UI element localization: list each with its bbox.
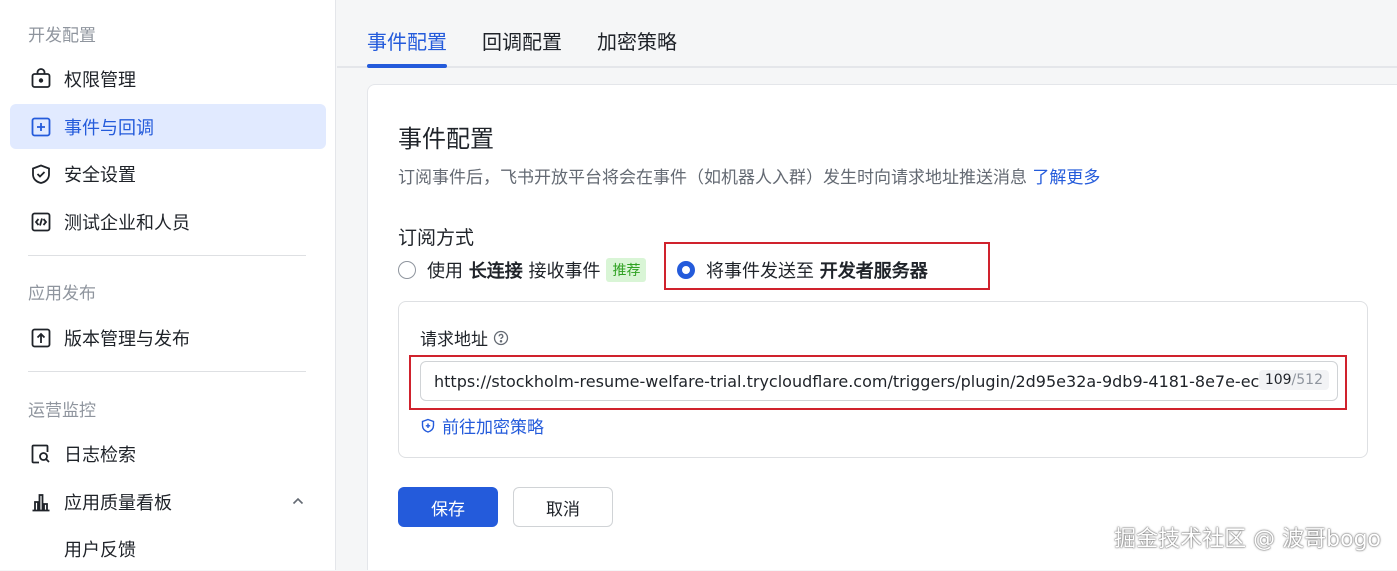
sidebar-item-label: 版本管理与发布 — [64, 328, 190, 350]
encryption-link-text: 前往加密策略 — [442, 418, 544, 438]
shield-check-icon — [30, 163, 52, 185]
page-description: 订阅事件后，飞书开放平台将会在事件（如机器人入群）发生时向请求地址推送消息 了解… — [398, 163, 1100, 188]
sidebar-item-label: 日志检索 — [64, 444, 136, 466]
help-icon[interactable] — [493, 330, 509, 346]
section-title-app-release: 应用发布 — [28, 284, 96, 304]
cancel-button[interactable]: 取消 — [513, 487, 613, 527]
sidebar-item-version-release[interactable]: 版本管理与发布 — [10, 315, 326, 360]
subscription-method-label: 订阅方式 — [398, 227, 475, 249]
sidebar-item-log-search[interactable]: 日志检索 — [10, 431, 326, 476]
bar-chart-icon — [30, 491, 52, 513]
sidebar-item-label: 用户反馈 — [64, 539, 136, 561]
plus-box-icon — [30, 116, 52, 138]
sidebar-item-test-enterprise[interactable]: 测试企业和人员 — [10, 199, 326, 244]
section-title-ops-monitor: 运营监控 — [28, 401, 96, 421]
upload-box-icon — [30, 327, 52, 349]
sidebar-item-label: 安全设置 — [64, 164, 136, 186]
sidebar: 开发配置 权限管理 事件与回调 安全设置 测试企业和人员 应用发布 版本管理与发… — [0, 0, 336, 570]
sidebar-divider — [28, 371, 306, 372]
option-long-connection[interactable]: 使用 长连接 接收事件 推荐 — [398, 257, 647, 283]
save-button[interactable]: 保存 — [398, 487, 498, 527]
event-config-card: 事件配置 订阅事件后，飞书开放平台将会在事件（如机器人入群）发生时向请求地址推送… — [367, 84, 1397, 570]
highlight-box-option — [664, 242, 990, 290]
search-doc-icon — [30, 443, 52, 465]
sidebar-item-label: 事件与回调 — [64, 117, 154, 139]
sidebar-divider — [28, 255, 306, 256]
tab-callback-config[interactable]: 回调配置 — [482, 26, 562, 55]
sidebar-item-security[interactable]: 安全设置 — [10, 151, 326, 196]
request-url-label: 请求地址 — [420, 325, 509, 350]
chevron-up-icon[interactable] — [290, 493, 306, 509]
option-text: 使用 — [427, 261, 463, 282]
sidebar-item-label: 测试企业和人员 — [64, 212, 190, 234]
description-text: 订阅事件后，飞书开放平台将会在事件（如机器人入群）发生时向请求地址推送消息 — [398, 168, 1027, 188]
code-box-icon — [30, 211, 52, 233]
tab-event-config[interactable]: 事件配置 — [367, 26, 447, 55]
sidebar-item-label: 权限管理 — [64, 69, 136, 91]
learn-more-link[interactable]: 了解更多 — [1032, 168, 1100, 188]
sidebar-item-user-feedback[interactable]: 用户反馈 — [10, 526, 326, 571]
sidebar-item-quality-dashboard[interactable]: 应用质量看板 — [10, 479, 326, 524]
goto-encryption-link[interactable]: 前往加密策略 — [420, 413, 544, 438]
highlight-box-url — [409, 355, 1347, 410]
sidebar-item-label: 应用质量看板 — [64, 492, 172, 514]
watermark: 掘金技术社区 @ 波哥bogo — [1114, 527, 1381, 552]
tab-encryption-policy[interactable]: 加密策略 — [597, 26, 677, 55]
page-title: 事件配置 — [398, 125, 494, 153]
option-text: 接收事件 — [528, 261, 601, 282]
shield-plus-icon — [421, 418, 435, 433]
recommended-badge: 推荐 — [606, 258, 647, 282]
option-bold-text: 长连接 — [468, 261, 523, 282]
radio-long-connection[interactable] — [398, 261, 416, 279]
request-url-label-text: 请求地址 — [420, 330, 488, 350]
lock-icon — [30, 67, 52, 90]
active-tab-indicator — [367, 64, 447, 68]
sidebar-item-permissions[interactable]: 权限管理 — [10, 56, 326, 101]
sidebar-item-events-callbacks[interactable]: 事件与回调 — [10, 104, 326, 149]
section-title-dev-config: 开发配置 — [28, 26, 96, 46]
